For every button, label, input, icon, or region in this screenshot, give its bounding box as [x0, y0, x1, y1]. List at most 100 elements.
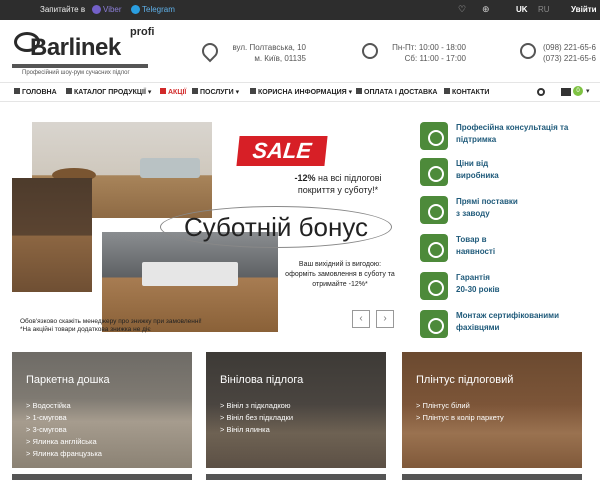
- category-skirting[interactable]: Плінтус підлоговий > Плінтус білий > Плі…: [402, 352, 582, 468]
- lang-uk-link[interactable]: UK: [516, 5, 528, 14]
- sofa-shape: [140, 158, 200, 178]
- nav-useful-info[interactable]: КОРИСНА ИНФОРМАЦИЯ ▾: [250, 88, 352, 96]
- category-link[interactable]: > Вініл з підкладкою: [220, 400, 293, 412]
- home-icon: [14, 88, 20, 94]
- feature-prices: Ціни від виробника: [420, 158, 596, 190]
- nav-services[interactable]: ПОСЛУГИ ▾: [192, 88, 239, 96]
- nav-payment-delivery[interactable]: ОПЛАТА І ДОСТАВКА: [356, 88, 437, 96]
- hours-line-2: Сб: 11:00 - 17:00: [404, 54, 466, 63]
- category-parquet[interactable]: Паркетна дошка > Водостійка > 1-смугова …: [12, 352, 192, 468]
- bed-shape: [142, 262, 238, 286]
- category-vinyl[interactable]: Вінілова підлога > Вініл з підкладкою > …: [206, 352, 386, 468]
- category-link[interactable]: > Плінтус білий: [416, 400, 504, 412]
- interior-photo: [12, 178, 92, 292]
- logo-suffix: profi: [130, 26, 155, 38]
- category-link[interactable]: > Водостійка: [26, 400, 102, 412]
- category-link[interactable]: > Вініл без підкладки: [220, 412, 293, 424]
- thumbs-up-icon: [420, 122, 448, 150]
- opening-hours: Пн-Пт: 10:00 - 18:00 Сб: 11:00 - 17:00: [384, 42, 466, 64]
- disclaimer-line-2: *На акційні товари додаткова знижка не д…: [20, 326, 151, 333]
- feature-line-2: наявності: [456, 247, 496, 256]
- viber-link[interactable]: Viber: [92, 5, 122, 14]
- category-link[interactable]: > Ялинка англійська: [26, 436, 102, 448]
- category-link[interactable]: > Вініл ялинка: [220, 424, 293, 436]
- sale-badge: SALE: [236, 136, 328, 166]
- payment-icon: [356, 88, 362, 94]
- tools-icon: [420, 310, 448, 338]
- promo-text: -12% на всі підлогові покриття у суботу!…: [280, 172, 396, 196]
- phone-icon: [520, 43, 536, 59]
- nav-sales-label: АКЦІЇ: [168, 89, 187, 96]
- promo-subtext: Ваш вихідний із вигодою: оформіть замовл…: [285, 261, 395, 288]
- chevron-down-icon[interactable]: ▾: [586, 87, 590, 95]
- checkmark-icon: [420, 234, 448, 262]
- feature-direct-supply: Прямі поставки з заводу: [420, 196, 596, 228]
- logo-underline: [12, 64, 148, 68]
- book-icon: [250, 88, 256, 94]
- nav-services-label: ПОСЛУГИ ▾: [200, 89, 240, 96]
- search-icon[interactable]: [537, 88, 545, 96]
- location-pin-icon: [198, 39, 222, 63]
- address-line-2: м. Київ, 01135: [254, 54, 306, 63]
- lightning-icon: [160, 88, 166, 94]
- nav-catalog[interactable]: КАТАЛОГ ПРОДУКЦІЇ ▾: [66, 88, 151, 96]
- category-links: > Вініл з підкладкою > Вініл без підклад…: [220, 400, 293, 436]
- category-link[interactable]: > Плінтус в колір паркету: [416, 412, 504, 424]
- phones: (098) 221-65-6 (073) 221-65-6: [543, 42, 596, 64]
- category-title[interactable]: Паркетна дошка: [26, 374, 110, 386]
- nav-catalog-label: КАТАЛОГ ПРОДУКЦІЇ ▾: [74, 89, 152, 96]
- feature-installation: Монтаж сертифікованими фахівцями: [420, 310, 596, 342]
- phone-2[interactable]: (073) 221-65-6: [543, 53, 596, 64]
- viber-icon: [92, 5, 101, 14]
- telegram-icon: [131, 5, 140, 14]
- feature-line-1: Монтаж сертифікованими: [456, 311, 560, 320]
- viber-label: Viber: [103, 5, 122, 14]
- feature-line-1: Ціни від: [456, 159, 489, 168]
- nav-payment-delivery-label: ОПЛАТА І ДОСТАВКА: [364, 89, 438, 96]
- bonus-title: Суботній бонус: [160, 206, 392, 248]
- price-tag-icon: [420, 158, 448, 186]
- nav-home[interactable]: ГОЛОВНА: [14, 88, 57, 96]
- feature-line-2: 20-30 років: [456, 285, 500, 294]
- feature-warranty: Гарантія 20-30 років: [420, 272, 596, 304]
- telegram-link[interactable]: Telegram: [131, 5, 175, 14]
- nav-sales[interactable]: АКЦІЇ: [160, 88, 186, 96]
- tagline: Професійний шоу-рум сучасних підлог: [22, 70, 130, 76]
- warranty-icon: [420, 272, 448, 300]
- wishlist-heart-icon[interactable]: ♡: [458, 4, 466, 15]
- cart-count-badge: 0: [573, 86, 583, 96]
- slider-next-button[interactable]: ›: [376, 310, 394, 328]
- services-icon: [192, 88, 198, 94]
- category-title[interactable]: Плінтус підлоговий: [416, 374, 513, 386]
- feature-in-stock: Товар в наявності: [420, 234, 596, 266]
- cart-icon[interactable]: [561, 88, 571, 96]
- nav-contacts-label: КОНТАКТИ: [452, 89, 490, 96]
- category-strip: [12, 474, 192, 480]
- feature-line-2: підтримка: [456, 135, 497, 144]
- feature-line-2: з заводу: [456, 209, 490, 218]
- disclaimer-line-1: Обов'язково скажіть менеджеру про знижку…: [20, 318, 202, 325]
- promo-discount: -12%: [294, 173, 316, 183]
- login-link[interactable]: Увійти: [571, 5, 597, 14]
- phone-1[interactable]: (098) 221-65-6: [543, 42, 596, 53]
- clock-icon: [362, 43, 378, 59]
- category-link[interactable]: > 3-смугова: [26, 424, 102, 436]
- hero-banner[interactable]: SALE -12% на всі підлогові покриття у су…: [12, 122, 402, 334]
- top-bar: Запитайте в Viber Telegram ♡ ⊕ UK RU Уві…: [0, 0, 600, 20]
- globe-icon[interactable]: ⊕: [482, 4, 490, 15]
- category-strip: [402, 474, 582, 480]
- telegram-label: Telegram: [142, 5, 175, 14]
- feature-line-2: виробника: [456, 171, 499, 180]
- nav-contacts[interactable]: КОНТАКТИ: [444, 88, 489, 96]
- category-link[interactable]: > Ялинка французька: [26, 448, 102, 460]
- feature-line-1: Товар в: [456, 235, 487, 244]
- truck-icon: [420, 196, 448, 224]
- contacts-icon: [444, 88, 450, 94]
- catalog-icon: [66, 88, 72, 94]
- slider-prev-button[interactable]: ‹: [352, 310, 370, 328]
- feature-consultation: Професійна консультація та підтримка: [420, 122, 596, 154]
- category-title[interactable]: Вінілова підлога: [220, 374, 303, 386]
- category-link[interactable]: > 1-смугова: [26, 412, 102, 424]
- lang-ru-link[interactable]: RU: [538, 5, 550, 14]
- category-links: > Плінтус білий > Плінтус в колір паркет…: [416, 400, 504, 424]
